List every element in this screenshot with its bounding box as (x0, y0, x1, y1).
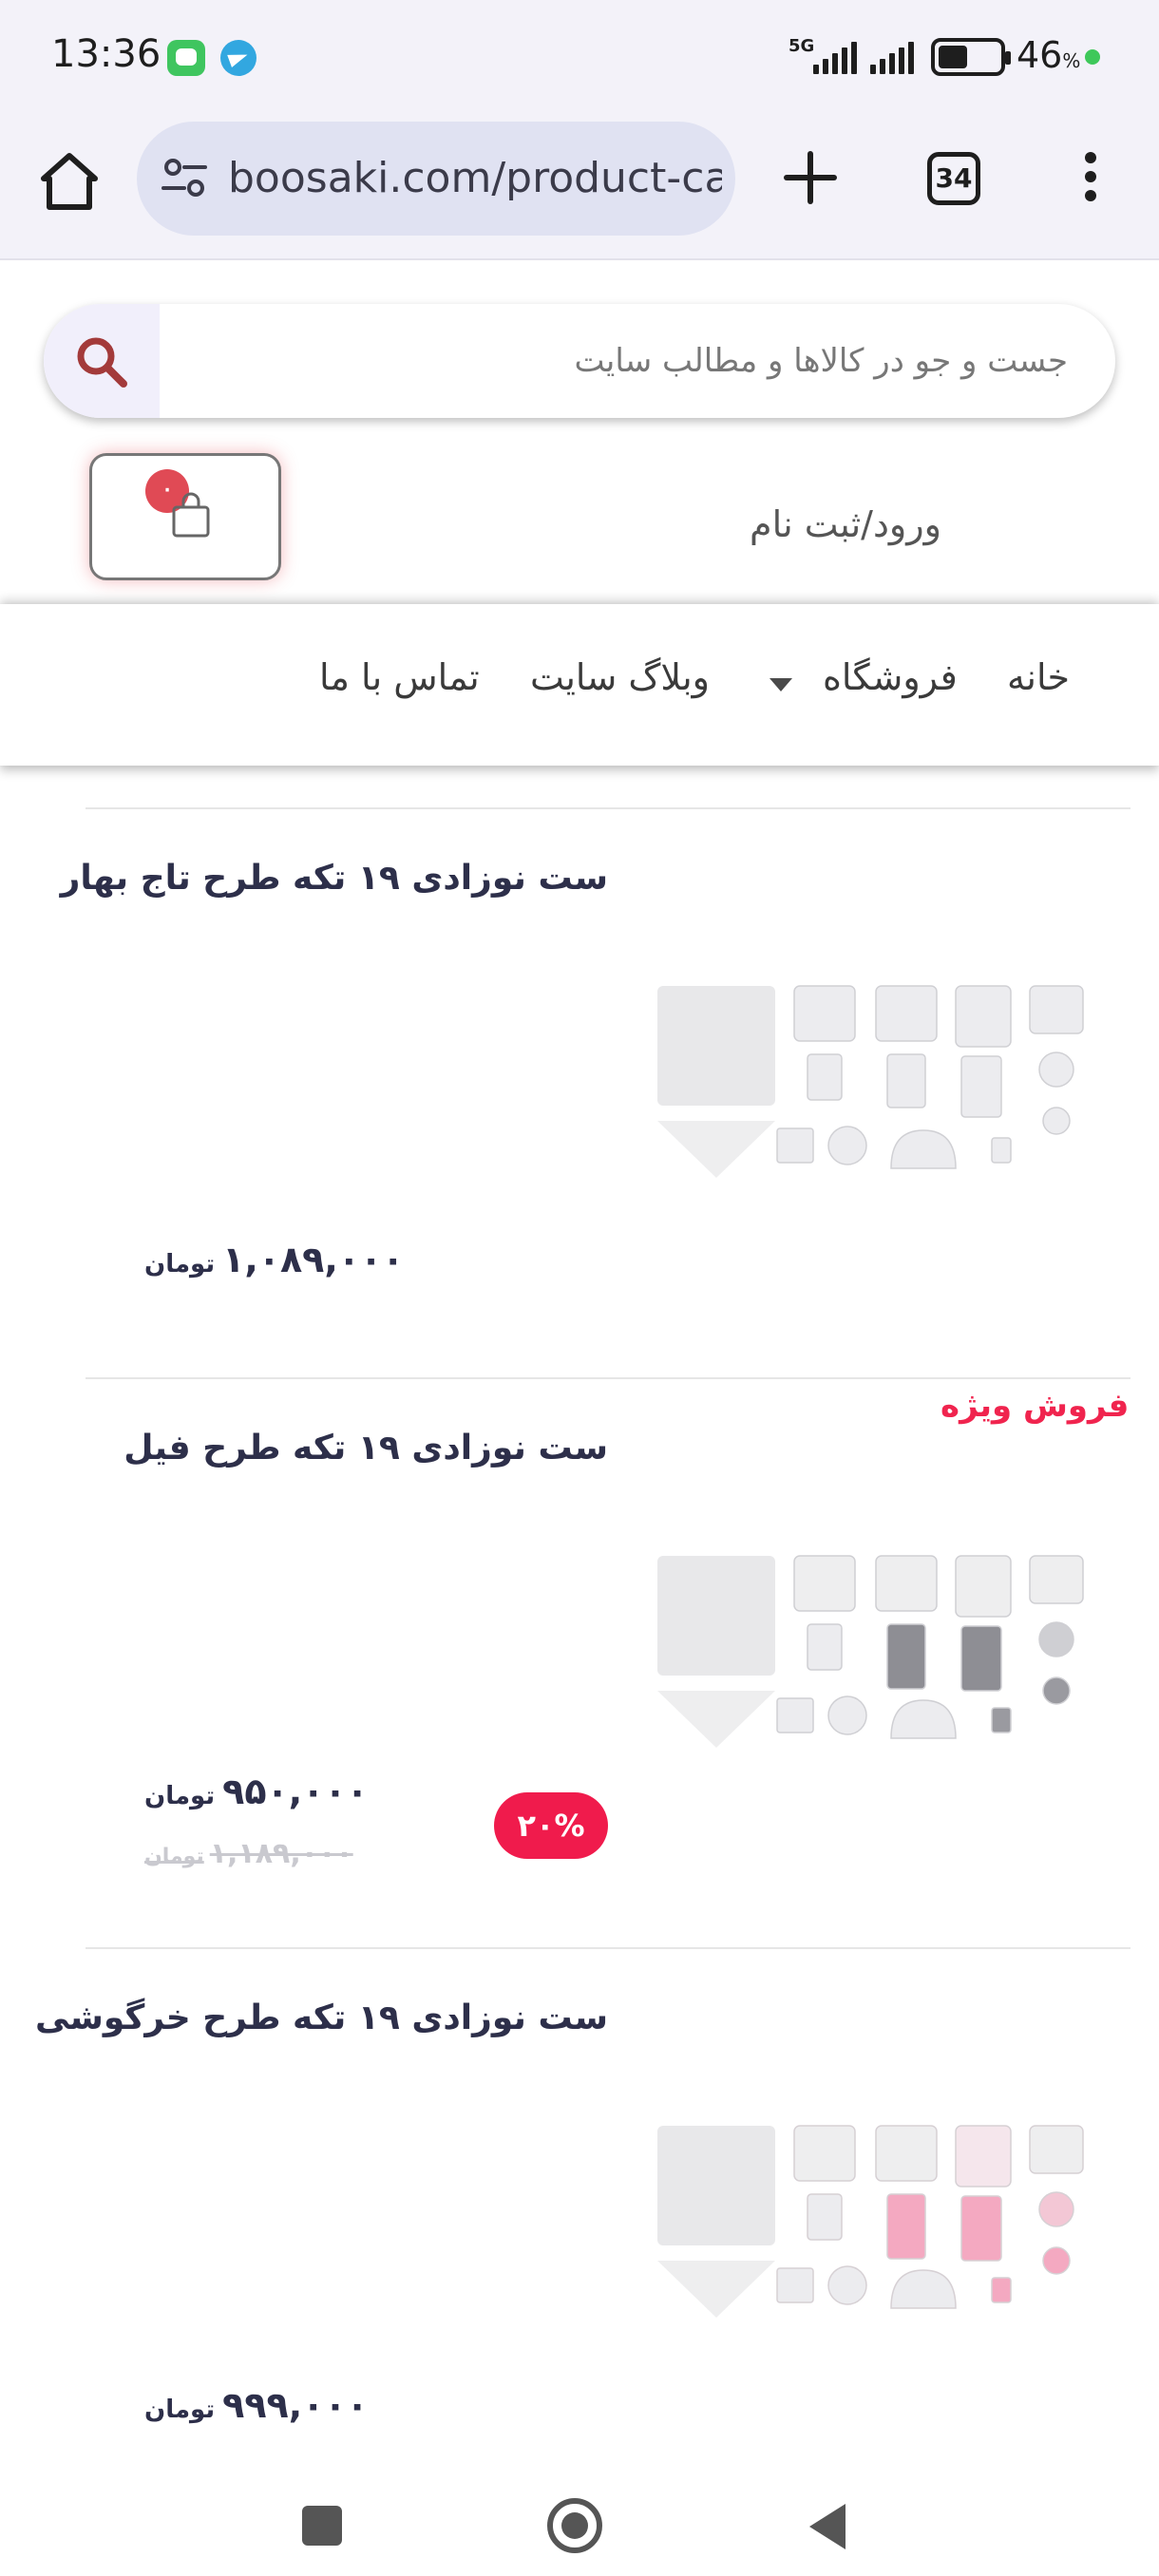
home-icon[interactable] (34, 146, 104, 217)
product-image[interactable] (654, 978, 1091, 1197)
home-button[interactable] (547, 2498, 602, 2553)
shopping-bag-icon (172, 492, 210, 538)
search-button[interactable] (44, 304, 160, 418)
nav-item-home[interactable]: خانه (1007, 656, 1070, 698)
product-title[interactable]: ست نوزادی ۱۹ تکه طرح خرگوشی (35, 1998, 608, 2037)
telegram-icon (220, 40, 256, 76)
product-image[interactable] (654, 1548, 1091, 1767)
signal-icon (870, 42, 914, 74)
url-text[interactable]: boosaki.com/product-category (228, 150, 722, 207)
search-bar (44, 304, 1115, 418)
signal-icon (813, 42, 857, 74)
new-tab-icon[interactable] (779, 146, 842, 209)
tab-switcher-button[interactable]: 34 (927, 152, 980, 205)
product-price: ۹۵۰,۰۰۰تومان (144, 1771, 369, 1812)
search-icon (77, 337, 127, 388)
chevron-down-icon[interactable] (770, 678, 792, 691)
address-bar[interactable]: boosaki.com/product-category (137, 122, 735, 236)
site-settings-icon[interactable] (160, 154, 209, 203)
status-bar: 13:36 5G 46% (0, 0, 1159, 116)
product-title[interactable]: ست نوزادی ۱۹ تکه طرح فیل (124, 1429, 608, 1468)
product-title[interactable]: ست نوزادی ۱۹ تکه طرح تاج بهار (61, 859, 608, 898)
battery-percent: 46% (1016, 34, 1081, 76)
product-image[interactable] (654, 2118, 1091, 2337)
nav-item-shop[interactable]: فروشگاه (823, 656, 958, 698)
nav-item-contact[interactable]: تماس با ما (319, 656, 480, 698)
messages-app-icon (167, 40, 205, 76)
special-sale-label: فروش ویژه (940, 1387, 1130, 1425)
recent-apps-button[interactable] (302, 2506, 342, 2546)
battery-icon (931, 38, 1011, 76)
privacy-indicator-icon (1085, 49, 1100, 65)
product-price: ۱,۰۸۹,۰۰۰تومان (144, 1239, 405, 1280)
divider (86, 1947, 1130, 1949)
product-old-price: ۱,۱۸۹,۰۰۰تومان (144, 1837, 353, 1870)
browser-toolbar: boosaki.com/product-category 34 (0, 116, 1159, 260)
divider (86, 1377, 1130, 1379)
cart-button[interactable]: ۰ (89, 453, 281, 580)
more-menu-icon[interactable] (1072, 152, 1110, 209)
network-type: 5G (788, 36, 815, 56)
back-button[interactable] (809, 2504, 846, 2549)
login-register-link[interactable]: ورود/ثبت نام (722, 503, 969, 545)
divider (86, 807, 1130, 809)
search-input[interactable] (167, 304, 1108, 418)
discount-badge: ۲۰% (494, 1792, 608, 1859)
main-nav: خانه فروشگاه وبلاگ سایت تماس با ما (0, 604, 1159, 766)
status-time: 13:36 (51, 32, 162, 76)
product-price: ۹۹۹,۰۰۰تومان (144, 2384, 369, 2426)
system-navigation-bar (0, 2470, 1159, 2576)
nav-item-blog[interactable]: وبلاگ سایت (530, 656, 710, 698)
